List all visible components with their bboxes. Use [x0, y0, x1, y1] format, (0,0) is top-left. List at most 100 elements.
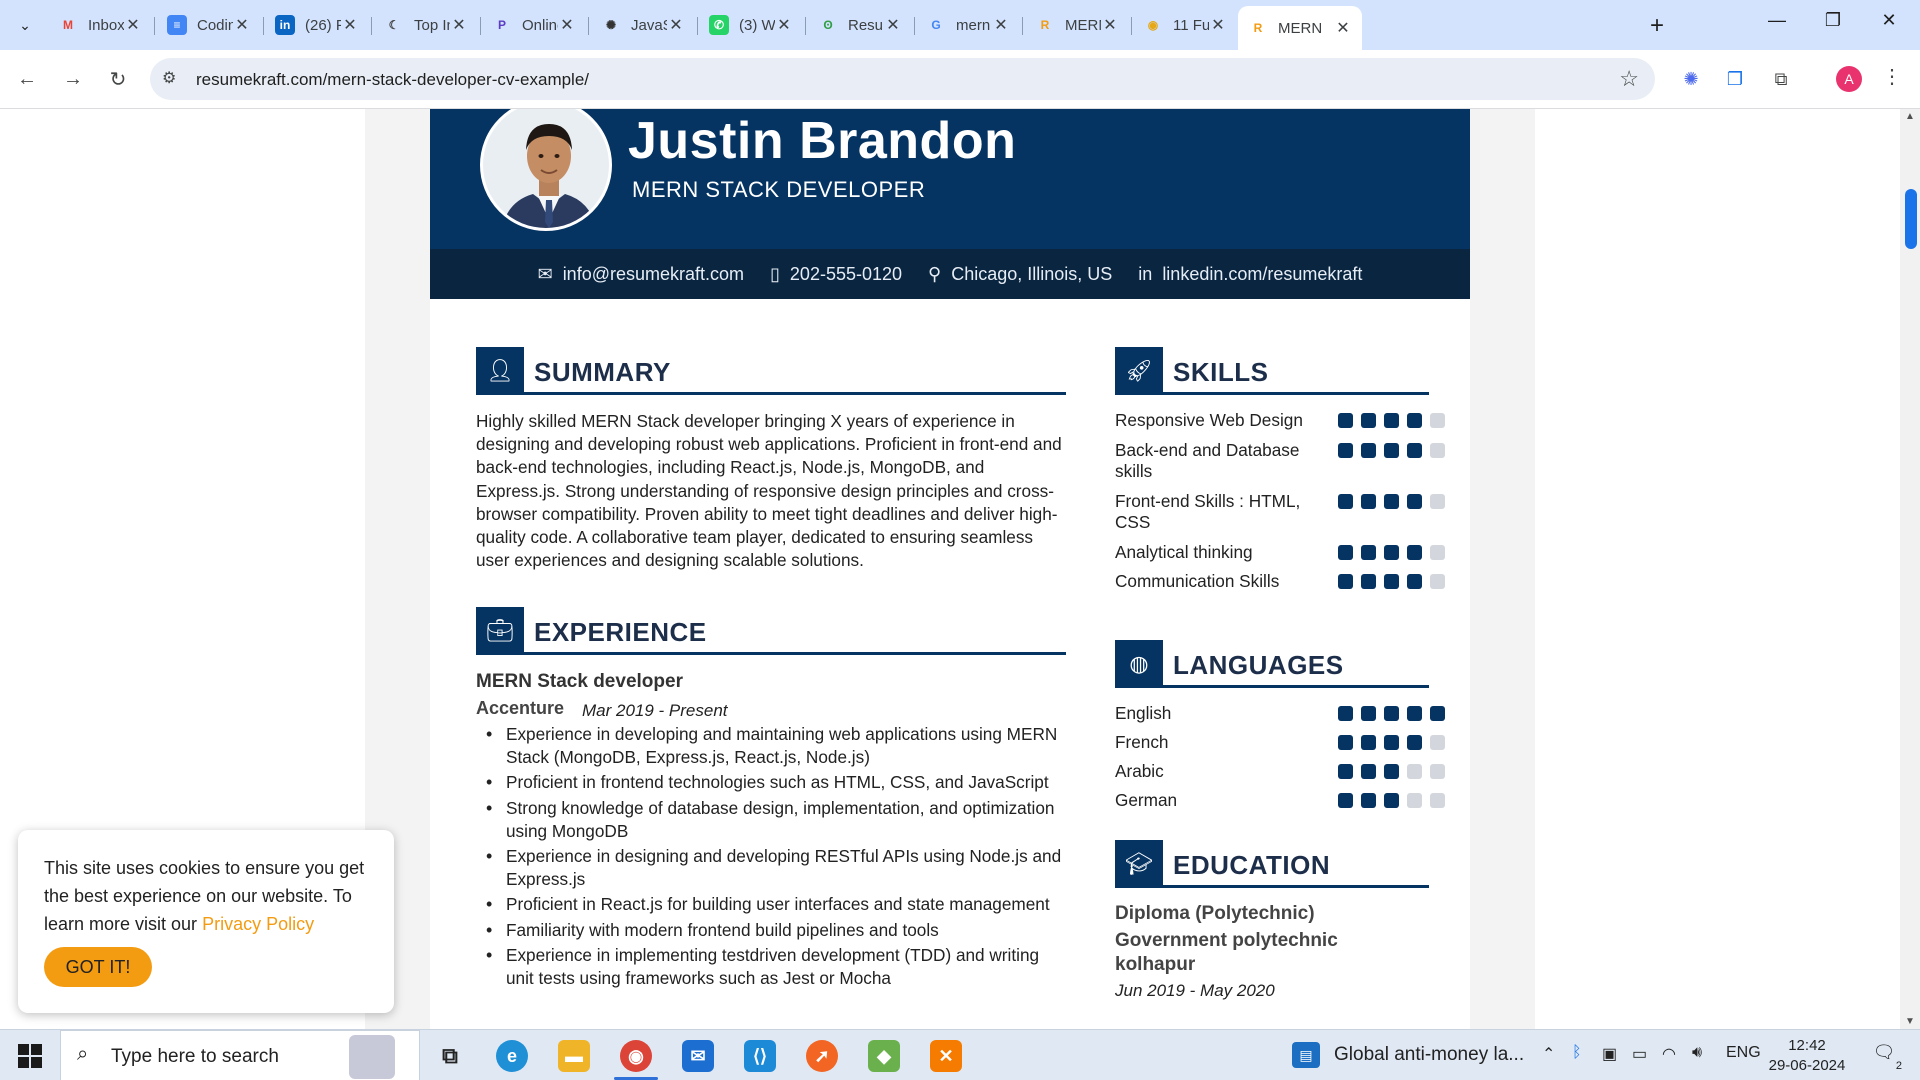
site-settings-icon[interactable]: ⚙ [162, 68, 176, 88]
phone-text: 202-555-0120 [789, 263, 903, 284]
extension-copy-icon[interactable]: ❐ [1722, 66, 1748, 92]
restore-button[interactable]: ❐ [1813, 10, 1853, 31]
file-explorer-icon[interactable]: ▬ [558, 1040, 590, 1072]
rating-dots [1338, 790, 1445, 808]
bluetooth-icon[interactable]: ᛒ [1572, 1044, 1582, 1062]
edge-browser-icon[interactable]: e [496, 1040, 528, 1072]
reload-button[interactable]: ↻ [103, 64, 133, 94]
rating-dot-filled [1384, 443, 1399, 458]
browser-menu-icon[interactable]: ⋮ [1882, 64, 1902, 89]
tab-search-chevron-icon[interactable]: ⌄ [10, 13, 40, 37]
location-pin-icon: ⚲ [928, 263, 942, 284]
back-button[interactable]: ← [12, 64, 42, 94]
education-institution: Government polytechnic kolhapur [1115, 930, 1338, 975]
news-widget[interactable]: ▤ Global anti-money la... [1292, 1042, 1524, 1068]
tab-close-icon[interactable]: ✕ [992, 15, 1010, 35]
job-bullets: Experience in developing and maintaining… [476, 723, 1066, 992]
tray-chevron-up-icon[interactable]: ⌃ [1542, 1044, 1555, 1064]
skill-label: Front-end Skills : HTML, CSS [1115, 491, 1301, 532]
tab-close-icon[interactable]: ✕ [667, 15, 685, 35]
tab-close-icon[interactable]: ✕ [341, 15, 359, 35]
taskbar-search-box[interactable]: ⌕ Type here to search [60, 1030, 420, 1080]
tab-favicon-icon: R [1253, 21, 1263, 35]
browser-tab[interactable]: ✆ (3) Wh✕ [699, 8, 803, 42]
language-label: Arabic [1115, 761, 1164, 781]
browser-tab[interactable]: RMERN✕ [1238, 6, 1362, 50]
language-indicator[interactable]: ENG [1726, 1044, 1761, 1062]
tab-separator [480, 17, 481, 35]
browser-tab[interactable]: ʘ Resum✕ [808, 8, 912, 42]
scroll-up-arrow-icon[interactable]: ▲ [1905, 111, 1915, 122]
tab-close-icon[interactable]: ✕ [884, 15, 902, 35]
tab-close-icon[interactable]: ✕ [775, 15, 793, 35]
language-row: Arabic [1115, 761, 1445, 782]
browser-tab[interactable]: ☾ Top Int✕ [374, 8, 478, 42]
profile-photo [480, 109, 612, 231]
tab-close-icon[interactable]: ✕ [233, 15, 251, 35]
volume-icon[interactable]: 🔊︎ [1692, 1044, 1702, 1062]
xampp-icon[interactable]: ✕ [930, 1040, 962, 1072]
browser-tab[interactable]: ≡ Coding✕ [157, 8, 261, 42]
meet-now-icon[interactable]: ▣ [1602, 1044, 1617, 1064]
tab-close-icon[interactable]: ✕ [450, 15, 468, 35]
minimize-button[interactable]: — [1757, 10, 1797, 31]
tab-title: JavaSc [631, 16, 667, 34]
page-scrollbar[interactable]: ▲ ▼ [1900, 109, 1920, 1029]
url-text[interactable]: resumekraft.com/mern-stack-developer-cv-… [196, 70, 589, 90]
browser-tab[interactable]: M Inbox (✕ [48, 8, 152, 42]
notifications-icon[interactable]: 🗨︎ 2 [1870, 1042, 1902, 1072]
tab-separator [697, 17, 698, 35]
wifi-icon[interactable]: ◠ [1662, 1044, 1676, 1064]
tab-title: Online [522, 16, 558, 34]
browser-tab[interactable]: ◉ 11 Full✕ [1133, 8, 1237, 42]
browser-tab[interactable]: in (26) Fe✕ [265, 8, 369, 42]
mail-icon[interactable]: ✉ [682, 1040, 714, 1072]
browser-tab[interactable]: ✺ JavaSc✕ [591, 8, 695, 42]
tab-close-icon[interactable]: ✕ [124, 15, 142, 35]
rating-dot-filled [1430, 706, 1445, 721]
rating-dot-filled [1407, 574, 1422, 589]
browser-tab[interactable]: Gmern s✕ [916, 8, 1020, 42]
job-bullet: Proficient in React.js for building user… [476, 893, 1066, 916]
address-bar[interactable]: ⚙ resumekraft.com/mern-stack-developer-c… [150, 58, 1655, 100]
skill-row: Back-end and Database skills [1115, 440, 1445, 482]
extension-gear-icon[interactable]: ✺ [1678, 66, 1704, 92]
bookmark-star-icon[interactable]: ☆ [1619, 66, 1639, 92]
clock[interactable]: 12:42 29-06-2024 [1764, 1036, 1850, 1076]
tab-close-icon[interactable]: ✕ [1209, 15, 1227, 35]
new-tab-button[interactable]: + [1650, 12, 1664, 40]
rating-dot-empty [1430, 764, 1445, 779]
browser-tab[interactable]: P Online✕ [482, 8, 586, 42]
tab-close-icon[interactable]: ✕ [558, 15, 576, 35]
task-view-icon[interactable]: ⧉ [434, 1040, 466, 1072]
language-label: German [1115, 790, 1178, 810]
postman-icon[interactable]: ➚ [806, 1040, 838, 1072]
extensions-puzzle-icon[interactable]: ⧉ [1768, 66, 1794, 92]
windows-start-icon[interactable] [18, 1044, 42, 1068]
scrollbar-thumb[interactable] [1905, 189, 1917, 249]
battery-icon[interactable]: ▭ [1632, 1044, 1647, 1064]
forward-button[interactable]: → [58, 64, 88, 94]
job-bullet: Strong knowledge of database design, imp… [476, 797, 1066, 843]
rating-dot-filled [1407, 413, 1422, 428]
rating-dot-filled [1407, 494, 1422, 509]
rating-dot-filled [1361, 735, 1376, 750]
tab-close-icon[interactable]: ✕ [1334, 18, 1352, 38]
scroll-down-arrow-icon[interactable]: ▼ [1905, 1016, 1915, 1027]
browser-tab[interactable]: RMERN✕ [1025, 8, 1129, 42]
rating-dot-filled [1407, 735, 1422, 750]
search-highlight-image[interactable] [349, 1035, 395, 1079]
language-row: English [1115, 703, 1445, 724]
close-window-button[interactable]: ✕ [1869, 10, 1909, 31]
summary-heading: 👤︎ SUMMARY [476, 347, 1066, 395]
contact-linkedin: in linkedin.com/resumekraft [1138, 264, 1362, 285]
app-diamond-icon[interactable]: ◆ [868, 1040, 900, 1072]
job-bullet: Familiarity with modern frontend build p… [476, 919, 1066, 942]
privacy-policy-link[interactable]: Privacy Policy [202, 914, 314, 934]
vscode-icon[interactable]: ⟨⟩ [744, 1040, 776, 1072]
got-it-button[interactable]: GOT IT! [44, 947, 152, 987]
chrome-icon[interactable]: ◉ [620, 1040, 652, 1072]
linkedin-text: linkedin.com/resumekraft [1162, 263, 1363, 284]
tab-close-icon[interactable]: ✕ [1101, 15, 1119, 35]
profile-avatar[interactable]: A [1836, 66, 1862, 92]
